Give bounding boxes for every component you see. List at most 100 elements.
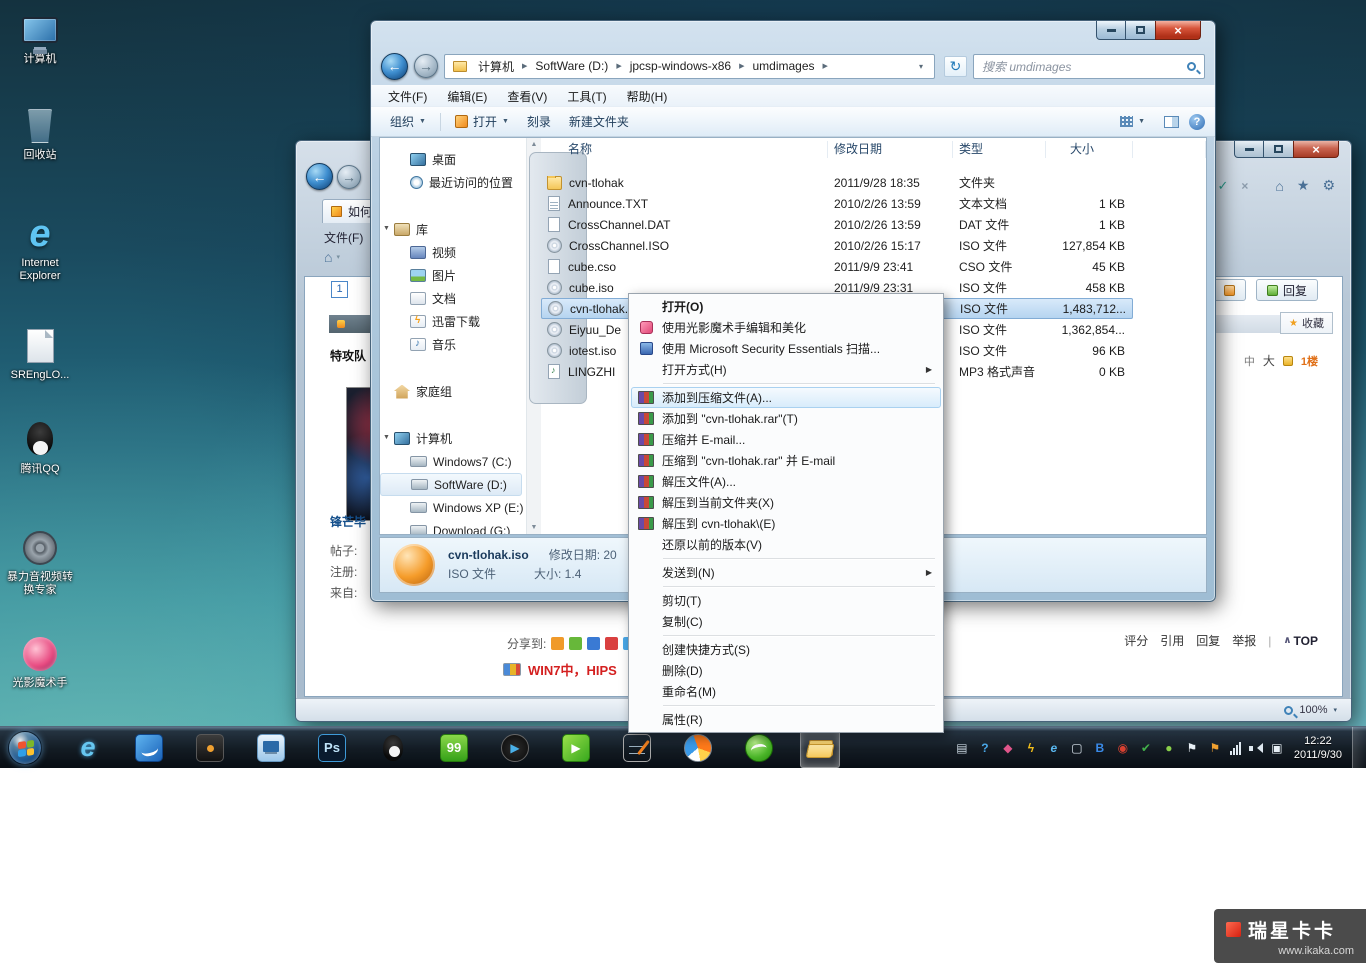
action-report[interactable]: 举报 — [1232, 632, 1256, 649]
forward-button[interactable]: → — [337, 165, 361, 189]
taskbar-app-messenger[interactable] — [129, 728, 169, 768]
context-item-add-to-archive[interactable]: 添加到压缩文件(A)... — [631, 387, 941, 408]
sidebar-item-pictures[interactable]: 图片 — [380, 264, 526, 287]
sidebar-item-libraries[interactable]: ▼库 — [380, 218, 526, 241]
change-view-button[interactable]: ▼ — [1111, 112, 1154, 131]
column-header-name[interactable]: 名称 — [541, 141, 828, 158]
context-item-rename[interactable]: 重命名(M) — [631, 681, 941, 702]
help-icon[interactable]: ? — [977, 740, 993, 756]
chevron-down-icon[interactable]: ▾ — [912, 62, 930, 71]
back-button[interactable]: ← — [306, 163, 333, 190]
chevron-down-icon[interactable]: ▾ — [336, 253, 340, 261]
breadcrumb-arrow-icon[interactable]: ▶ — [521, 62, 528, 70]
search-box[interactable]: 搜索 umdimages — [973, 54, 1205, 79]
context-item-cut[interactable]: 剪切(T) — [631, 590, 941, 611]
expander-icon[interactable]: ▼ — [383, 225, 390, 232]
power-icon[interactable]: ϟ — [1023, 740, 1039, 756]
context-item-open[interactable]: 打开(O) — [631, 296, 941, 317]
sidebar-item-recent[interactable]: 最近访问的位置 — [380, 171, 526, 194]
menu-edit[interactable]: 编辑(E) — [438, 86, 496, 107]
scroll-up-arrow[interactable]: ▲ — [527, 141, 541, 148]
security-box-icon[interactable]: ▣ — [1269, 740, 1285, 756]
sidebar-item-homegroup[interactable]: 家庭组 — [380, 380, 526, 403]
context-item-send-to[interactable]: 发送到(N)▶ — [631, 562, 941, 583]
taskbar-app-qq-xuanfeng[interactable] — [739, 728, 779, 768]
taskbar-app-round-player[interactable]: ▶ — [495, 728, 535, 768]
file-row[interactable]: CrossChannel.DAT 2010/2/26 13:59 DAT 文件 … — [541, 214, 1133, 235]
breadcrumb-arrow-icon[interactable]: ▶ — [738, 62, 745, 70]
sidebar-item-drive-c[interactable]: Windows7 (C:) — [380, 450, 526, 473]
pink-app-icon[interactable]: ◆ — [1000, 740, 1016, 756]
volume-icon[interactable] — [1248, 741, 1262, 755]
bluetooth-icon[interactable]: B — [1092, 740, 1108, 756]
desktop-icon-recycle-bin[interactable]: 回收站 — [4, 106, 76, 162]
back-button[interactable]: ← — [381, 53, 408, 80]
file-row[interactable]: cube.cso 2011/9/9 23:41 CSO 文件 45 KB — [541, 256, 1133, 277]
taskbar-app-sogou-browser[interactable] — [678, 728, 718, 768]
maximize-button[interactable] — [1126, 21, 1155, 40]
context-item-restore-versions[interactable]: 还原以前的版本(V) — [631, 534, 941, 555]
open-button[interactable]: 打开 ▼ — [446, 109, 518, 134]
taskbar-app-windows-explorer[interactable] — [800, 728, 840, 768]
close-x-icon[interactable]: × — [1241, 179, 1248, 193]
gear-icon[interactable]: ⚙ — [1322, 177, 1335, 194]
font-size-large[interactable]: 大 — [1263, 352, 1275, 369]
home-icon[interactable]: ⌂ — [1275, 178, 1283, 194]
file-row[interactable]: Announce.TXT 2010/2/26 13:59 文本文档 1 KB — [541, 193, 1133, 214]
context-item-mse-scan[interactable]: 使用 Microsoft Security Essentials 扫描... — [631, 338, 941, 359]
close-button[interactable]: × — [1155, 21, 1201, 40]
poster-username[interactable]: 锋芒毕 — [330, 513, 366, 530]
antivirus-check-icon[interactable]: ✔ — [1138, 740, 1154, 756]
breadcrumb-umdimages[interactable]: umdimages — [745, 59, 821, 73]
desktop-icon-computer[interactable]: 计算机 — [4, 10, 76, 66]
context-item-extract-files[interactable]: 解压文件(A)... — [631, 471, 941, 492]
share-icon[interactable] — [605, 637, 618, 650]
desktop-icon-video-converter[interactable]: 暴力音视频转换专家 — [4, 528, 76, 597]
context-item-extract-here[interactable]: 解压到当前文件夹(X) — [631, 492, 941, 513]
taskbar-app-pps[interactable]: ▶ — [556, 728, 596, 768]
breadcrumb-computer[interactable]: 计算机 — [471, 58, 521, 75]
preview-pane-icon[interactable] — [1164, 116, 1179, 128]
file-row[interactable]: CrossChannel.ISO 2010/2/26 15:17 ISO 文件 … — [541, 235, 1133, 256]
help-icon[interactable]: ? — [1189, 114, 1205, 130]
desktop-icon-internet-explorer[interactable]: e Internet Explorer — [4, 214, 76, 283]
white-flag-icon[interactable]: ⚑ — [1184, 740, 1200, 756]
refresh-button[interactable]: ↻ — [944, 56, 967, 77]
breadcrumb-arrow-icon[interactable]: ▶ — [615, 62, 622, 70]
menu-file[interactable]: 文件(F) — [379, 86, 436, 107]
taskbar-app-photoshop[interactable]: Ps — [312, 728, 352, 768]
ime-icon[interactable]: ▤ — [954, 740, 970, 756]
sidebar-item-drive-g[interactable]: Download (G:) — [380, 519, 526, 535]
sidebar-item-videos[interactable]: 视频 — [380, 241, 526, 264]
column-header-type[interactable]: 类型 — [953, 141, 1046, 158]
search-icon[interactable] — [1187, 62, 1196, 71]
minimize-button[interactable] — [1096, 21, 1126, 40]
desktop-icon-sreng[interactable]: SREngLO... — [4, 326, 76, 382]
share-icon[interactable] — [569, 637, 582, 650]
reply-button[interactable]: 回复 — [1256, 279, 1318, 301]
context-item-compress-rar-email[interactable]: 压缩到 "cvn-tlohak.rar" 并 E-mail — [631, 450, 941, 471]
top-link[interactable]: TOP — [1283, 634, 1318, 648]
zoom-level[interactable]: 100% — [1299, 704, 1327, 716]
share-icon[interactable] — [587, 637, 600, 650]
menu-help[interactable]: 帮助(H) — [618, 86, 677, 107]
burn-button[interactable]: 刻录 — [518, 109, 560, 134]
desktop-icon-qq[interactable]: 腾讯QQ — [4, 420, 76, 476]
taskbar-app-99[interactable]: 99 — [434, 728, 474, 768]
context-item-delete[interactable]: 删除(D) — [631, 660, 941, 681]
red-app-icon[interactable]: ◉ — [1115, 740, 1131, 756]
paste-button[interactable] — [1213, 279, 1246, 301]
taskbar-app-qq[interactable] — [373, 728, 413, 768]
action-quote[interactable]: 引用 — [1160, 632, 1184, 649]
check-icon[interactable]: ✓ — [1217, 178, 1228, 194]
star-icon[interactable]: ★ — [1297, 177, 1310, 194]
forward-button[interactable]: → — [414, 54, 438, 78]
start-button[interactable] — [8, 731, 42, 765]
maximize-button[interactable] — [1264, 141, 1293, 158]
desktop-icon-neoimaging[interactable]: 光影魔术手 — [4, 634, 76, 690]
context-item-open-with[interactable]: 打开方式(H)▶ — [631, 359, 941, 380]
context-item-copy[interactable]: 复制(C) — [631, 611, 941, 632]
white-app-icon[interactable]: ▢ — [1069, 740, 1085, 756]
minimize-button[interactable] — [1234, 141, 1264, 158]
sidebar-item-music[interactable]: 音乐 — [380, 333, 526, 356]
